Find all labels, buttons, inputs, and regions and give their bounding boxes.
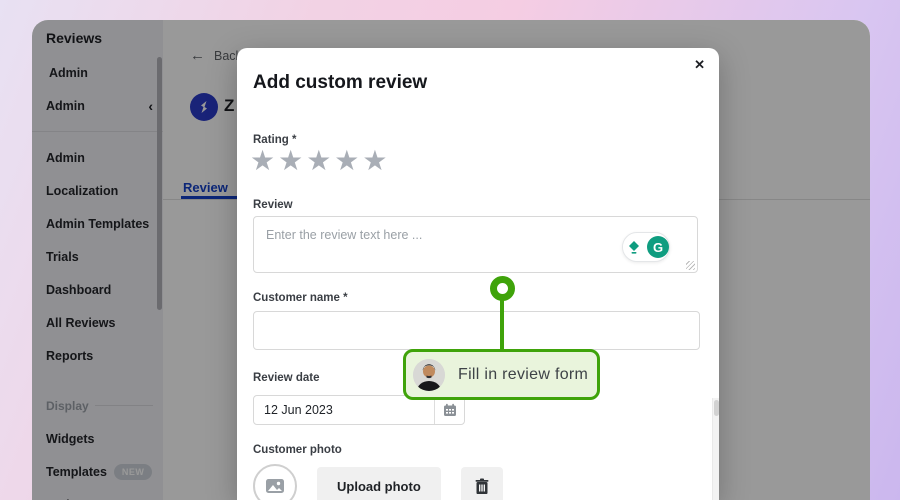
delete-photo-button[interactable] [461, 467, 503, 500]
customer-photo-label: Customer photo [253, 444, 342, 456]
review-date-field [253, 395, 465, 425]
trash-icon [474, 478, 490, 495]
customer-photo-row: Upload photo [253, 464, 503, 500]
review-label: Review [253, 199, 293, 211]
review-textarea-wrap: G [253, 216, 698, 273]
image-placeholder-icon [265, 476, 285, 496]
photo-preview-circle [253, 464, 297, 500]
modal-title: Add custom review [253, 72, 427, 94]
calendar-button[interactable] [434, 396, 464, 424]
upload-photo-button[interactable]: Upload photo [317, 467, 441, 500]
grammarly-suggestion-icon[interactable] [623, 236, 645, 258]
review-date-input[interactable] [254, 396, 434, 424]
star-rating-input[interactable]: ★★★★★ [250, 146, 391, 177]
grammarly-widget: G [622, 232, 670, 262]
modal-scrollbar-thumb[interactable] [714, 400, 719, 416]
customer-name-label: Customer name * [253, 292, 348, 304]
close-icon[interactable]: ✕ [688, 52, 711, 77]
app-window: Reviews Admin Admin ‹ Admin Localization… [32, 20, 870, 500]
review-date-label: Review date [253, 372, 319, 384]
customer-name-input[interactable] [253, 311, 700, 350]
add-custom-review-modal: ✕ Add custom review Rating * ★★★★★ Revie… [237, 48, 719, 500]
grammarly-icon[interactable]: G [647, 236, 669, 258]
modal-scrollbar[interactable] [712, 398, 719, 500]
textarea-resize-handle[interactable] [686, 261, 695, 270]
calendar-icon [443, 403, 457, 417]
